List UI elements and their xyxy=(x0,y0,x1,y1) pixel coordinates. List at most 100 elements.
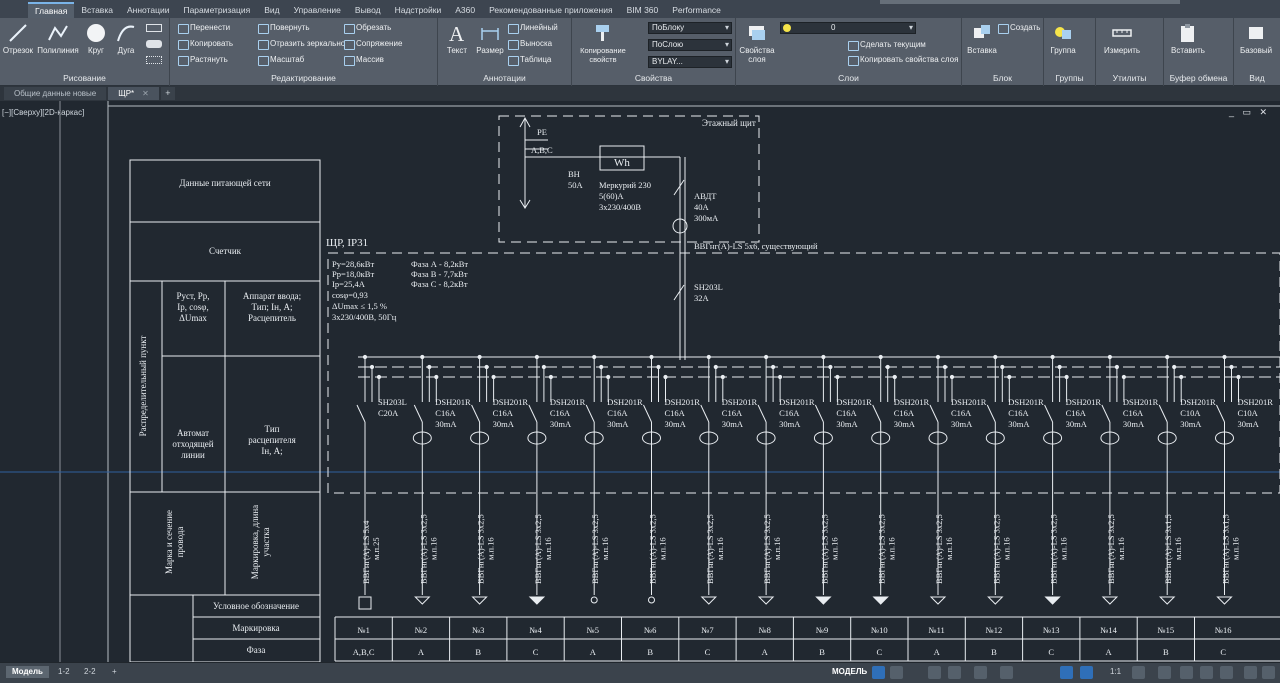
panel-param-4: cosφ=0,93 xyxy=(332,290,368,300)
array-button[interactable]: Массив xyxy=(344,53,384,67)
ribbon-tab-8[interactable]: A360 xyxy=(448,2,482,18)
stretch-button[interactable]: Растянуть xyxy=(178,53,228,67)
circuit-b2: C16A xyxy=(894,408,915,418)
boundary-icon[interactable] xyxy=(146,56,162,64)
avdt-label-1: АВДТ xyxy=(694,191,717,201)
isodraft-icon[interactable] xyxy=(974,666,987,679)
ribbon-tab-5[interactable]: Управление xyxy=(287,2,348,18)
circle-tool[interactable]: Круг xyxy=(82,22,110,55)
doc-tab-general[interactable]: Общие данные новые xyxy=(4,87,107,100)
circuit-b2: C16A xyxy=(435,408,456,418)
add-layout-button[interactable]: + xyxy=(106,666,123,678)
row-supply-data: Данные питающей сети xyxy=(179,178,270,188)
text-tool[interactable]: A Текст xyxy=(442,22,472,55)
panel-title-annotation[interactable]: Аннотации xyxy=(438,73,571,84)
circuit-phase: А,В,С xyxy=(353,647,375,657)
panel-title-groups[interactable]: Группы xyxy=(1044,73,1095,84)
doc-tab-shr[interactable]: ЩР* ✕ xyxy=(108,87,159,100)
panel-title-modify[interactable]: Редактирование xyxy=(170,73,437,84)
panel-title-view[interactable]: Вид xyxy=(1234,73,1280,84)
clean-screen-icon[interactable] xyxy=(1244,666,1257,679)
autoscale-icon[interactable] xyxy=(1080,666,1093,679)
mirror-button[interactable]: Отразить зеркально xyxy=(258,37,345,51)
osnap-icon[interactable] xyxy=(1000,666,1013,679)
layout-tab-2[interactable]: 2-2 xyxy=(78,666,102,678)
base-view-button[interactable]: Базовый xyxy=(1236,22,1276,55)
input-label-2: Тип; Iн, А; xyxy=(252,302,293,312)
leader-button[interactable]: Выноска xyxy=(508,37,552,51)
bulb-icon xyxy=(783,24,791,32)
ortho-icon[interactable] xyxy=(928,666,941,679)
trim-button[interactable]: Обрезать xyxy=(344,21,391,35)
circuit-b1: DSH201R xyxy=(722,397,758,407)
match-properties-button[interactable]: Копирование свойств xyxy=(574,22,632,64)
rectangle-icon[interactable] xyxy=(146,24,162,32)
units-icon[interactable] xyxy=(1180,666,1193,679)
hatch-icon[interactable] xyxy=(146,40,162,48)
panel-title-layers[interactable]: Слои xyxy=(736,73,961,84)
move-button[interactable]: Перенести xyxy=(178,21,230,35)
line-tool[interactable]: Отрезок xyxy=(2,22,34,55)
panel-title-properties[interactable]: Свойства xyxy=(572,73,735,84)
create-block-button[interactable]: Создать xyxy=(998,21,1040,35)
panel-title-utilities[interactable]: Утилиты xyxy=(1096,73,1163,84)
circuit-mark: м.п.16 xyxy=(829,537,839,560)
polyline-tool[interactable]: Полилиния xyxy=(36,22,80,55)
ribbon-tab-0[interactable]: Главная xyxy=(28,2,75,18)
color-combo[interactable]: ПоБлоку xyxy=(648,22,732,34)
close-icon[interactable]: ✕ xyxy=(142,89,149,98)
annotation-monitor-icon[interactable] xyxy=(1158,666,1171,679)
annotation-visibility-icon[interactable] xyxy=(1060,666,1073,679)
ribbon-tab-3[interactable]: Параметризация xyxy=(176,2,257,18)
circuit-b2: C16A xyxy=(665,408,686,418)
snap-icon[interactable] xyxy=(890,666,903,679)
layout-tab-1[interactable]: 1-2 xyxy=(52,666,76,678)
insert-block-button[interactable]: Вставка xyxy=(964,22,1000,55)
scale-button[interactable]: Масштаб xyxy=(258,53,304,67)
panel-title-block[interactable]: Блок xyxy=(962,73,1043,84)
ribbon-tab-4[interactable]: Вид xyxy=(257,2,286,18)
polar-icon[interactable] xyxy=(948,666,961,679)
meter-label-2: 5(60)А xyxy=(599,191,624,201)
group-button[interactable]: Группа xyxy=(1048,22,1078,55)
circuit-b2: C16A xyxy=(607,408,628,418)
hardware-accel-icon[interactable] xyxy=(1220,666,1233,679)
dimension-tool[interactable]: Размер xyxy=(474,22,506,55)
circuit-b2: C16A xyxy=(722,408,743,418)
ribbon-tab-1[interactable]: Вставка xyxy=(74,2,120,18)
linetype-combo[interactable]: ПоСлою xyxy=(648,39,732,51)
linear-dim-button[interactable]: Линейный xyxy=(508,21,558,35)
layer-combo[interactable]: 0 xyxy=(780,22,916,34)
new-tab-button[interactable]: + xyxy=(160,87,175,100)
arc-tool[interactable]: Дуга xyxy=(112,22,140,55)
copy-button[interactable]: Копировать xyxy=(178,37,233,51)
panel-title-draw[interactable]: Рисование xyxy=(0,73,169,84)
lineweight-combo[interactable]: BYLAY... xyxy=(648,56,732,68)
customization-icon[interactable] xyxy=(1262,666,1275,679)
drawing-canvas[interactable]: [−][Сверху][2D-каркас] _ ▭ ✕ №1 А,В,С №2… xyxy=(0,101,1280,662)
model-space-toggle[interactable]: МОДЕЛЬ xyxy=(826,666,873,678)
grid-icon[interactable] xyxy=(872,666,885,679)
ribbon-tab-10[interactable]: BIM 360 xyxy=(620,2,666,18)
make-current-button[interactable]: Сделать текущим xyxy=(848,38,926,52)
circuit-number: №16 xyxy=(1215,625,1232,635)
rotate-button[interactable]: Повернуть xyxy=(258,21,310,35)
workspace-gear-icon[interactable] xyxy=(1132,666,1145,679)
table-button[interactable]: Таблица xyxy=(508,53,551,67)
measure-button[interactable]: Измерить xyxy=(1100,22,1144,55)
ribbon-tab-11[interactable]: Performance xyxy=(665,2,728,18)
annotation-scale[interactable]: 1:1 xyxy=(1104,666,1127,678)
ribbon-tab-9[interactable]: Рекомендованные приложения xyxy=(482,2,619,18)
fillet-button[interactable]: Сопряжение xyxy=(344,37,402,51)
layer-properties-button[interactable]: Свойства слоя xyxy=(738,22,776,64)
ribbon-tab-6[interactable]: Вывод xyxy=(348,2,388,18)
panel-title-clipboard[interactable]: Буфер обмена xyxy=(1164,73,1233,84)
circle-icon xyxy=(87,24,105,42)
circuit-number: №7 xyxy=(701,625,713,635)
ribbon-tab-2[interactable]: Аннотации xyxy=(120,2,177,18)
ribbon-tab-7[interactable]: Надстройки xyxy=(388,2,449,18)
isolate-icon[interactable] xyxy=(1200,666,1213,679)
paste-button[interactable]: Вставить xyxy=(1168,22,1208,55)
match-layer-button[interactable]: Копировать свойства слоя xyxy=(848,53,958,67)
layout-tab-model[interactable]: Модель xyxy=(6,666,49,678)
